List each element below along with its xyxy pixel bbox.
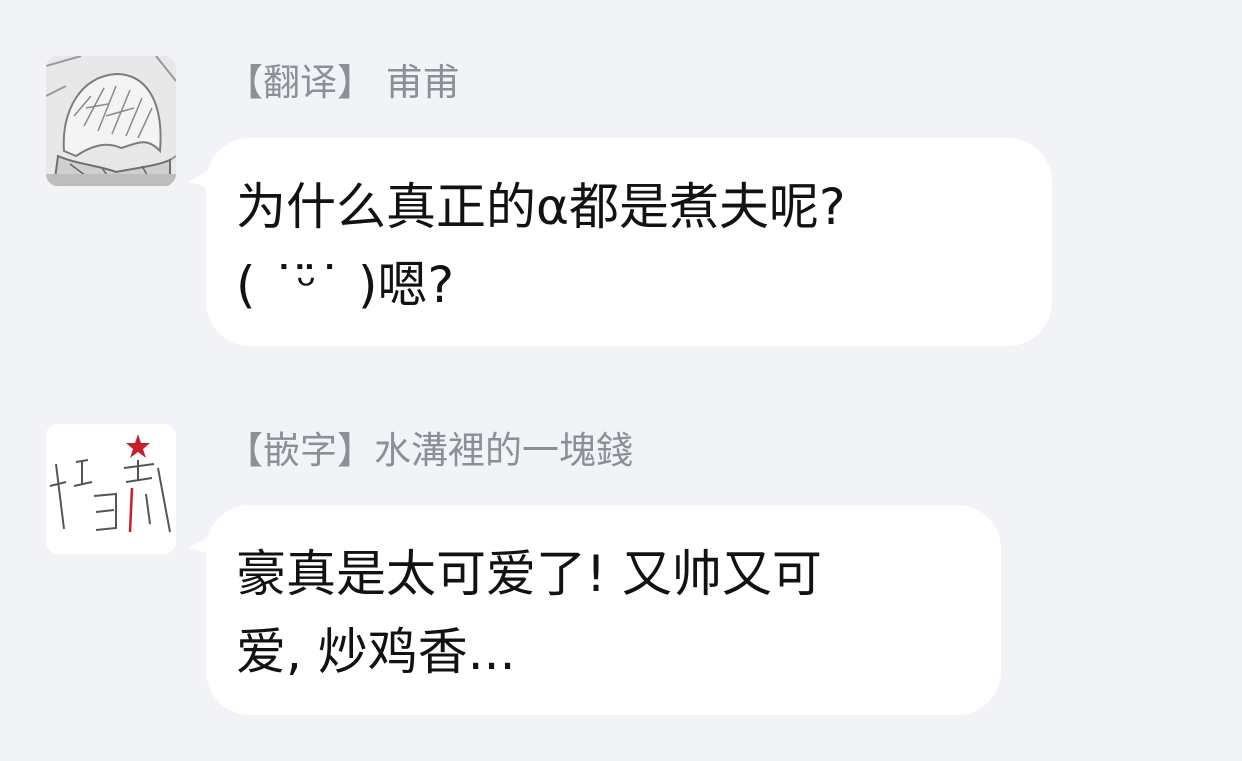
- sender-name: 【嵌字】水溝裡的一塊錢: [226, 429, 633, 472]
- avatar[interactable]: [46, 56, 176, 186]
- message-text-line: 为什么真正的α都是煮夫呢?: [236, 178, 846, 236]
- message-bubble[interactable]: 为什么真正的α都是煮夫呢? ( ˙ᵕ̈˙ )嗯?: [206, 138, 1052, 346]
- manga-boy-avatar-icon: [46, 56, 176, 186]
- avatar[interactable]: [46, 424, 176, 554]
- sender-name: 【翻译】 甫甫: [226, 61, 460, 104]
- message-text-line: 爱, 炒鸡香...: [236, 623, 516, 681]
- message-text-line: ( ˙ᵕ̈˙ )嗯?: [236, 256, 455, 314]
- message-bubble[interactable]: 豪真是太可爱了! 又帅又可 爱, 炒鸡香...: [206, 505, 1001, 715]
- message-text-line: 豪真是太可爱了! 又帅又可: [236, 545, 822, 603]
- handwritten-character-avatar-icon: [46, 424, 176, 554]
